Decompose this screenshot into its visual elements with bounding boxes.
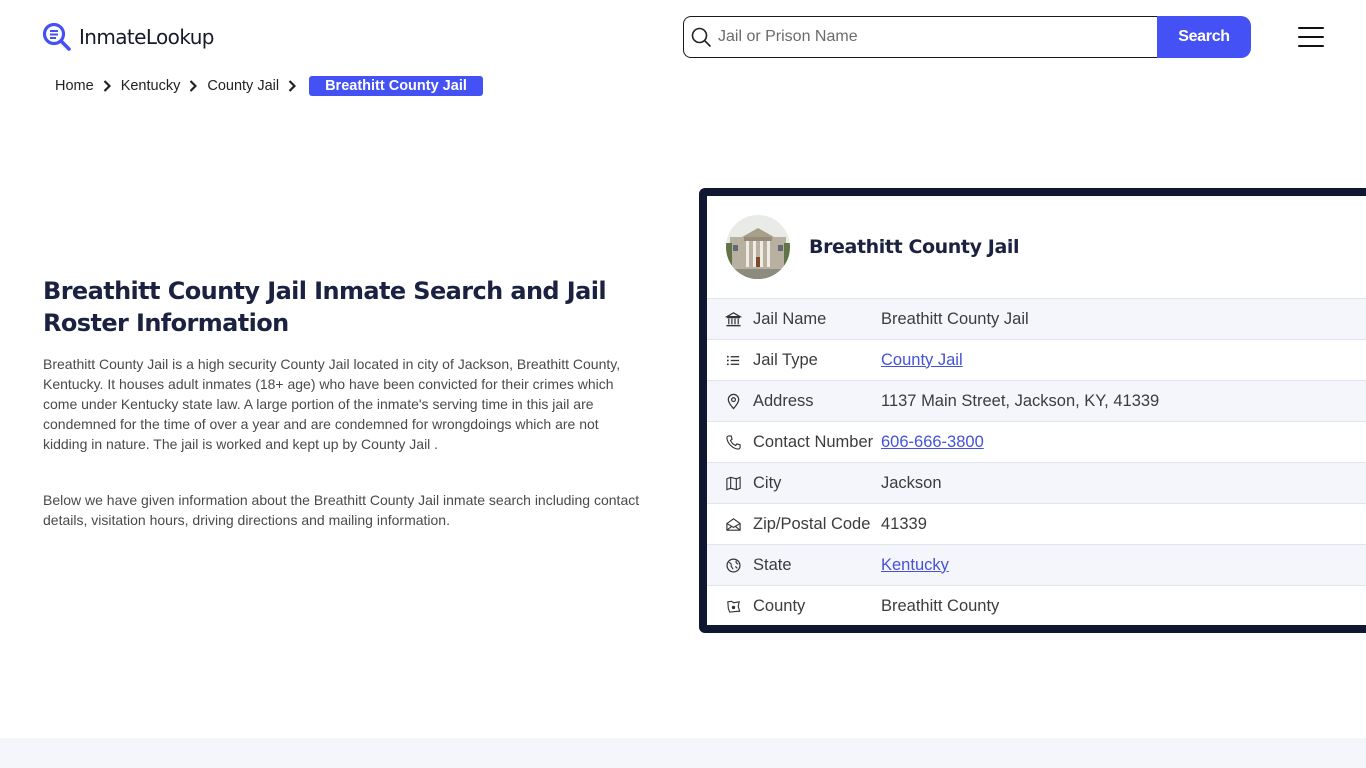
search-input[interactable] (718, 28, 1157, 46)
chevron-right-icon (103, 80, 111, 92)
info-label: City (753, 473, 782, 492)
phone-icon (724, 433, 742, 451)
search-button[interactable]: Search (1157, 16, 1251, 58)
page-title: Breathitt County Jail Inmate Search and … (43, 277, 607, 337)
list-icon (724, 351, 742, 369)
mail-open-icon (724, 515, 742, 533)
card-title: Breathitt County Jail (809, 236, 1020, 258)
phone-link[interactable]: 606-666-3800 (881, 433, 984, 451)
info-value: 41339 (881, 514, 927, 533)
info-row-contact: Contact Number 606-666-3800 (707, 421, 1366, 462)
info-label: Jail Name (753, 309, 827, 328)
chevron-right-icon (288, 80, 297, 92)
info-row-county: County Breathitt County (707, 585, 1366, 626)
county-map-icon (724, 597, 742, 615)
map-pin-icon (724, 392, 742, 410)
breadcrumb-type[interactable]: County Jail (207, 78, 279, 94)
chevron-right-icon (189, 80, 198, 92)
map-icon (724, 474, 742, 492)
info-label: State (753, 555, 792, 574)
search-form: Search (683, 16, 1251, 58)
breadcrumb: Home Kentucky County Jail Breathitt Coun… (55, 76, 483, 96)
state-link[interactable]: Kentucky (881, 556, 949, 574)
info-row-address: Address 1137 Main Street, Jackson, KY, 4… (707, 380, 1366, 421)
jail-type-link[interactable]: County Jail (881, 351, 963, 369)
info-row-state: State Kentucky (707, 544, 1366, 585)
site-logo[interactable]: InmateLookup (42, 22, 214, 52)
info-value: Breathitt County (881, 596, 1000, 615)
info-row-city: City Jackson (707, 462, 1366, 503)
search-field[interactable] (683, 16, 1157, 58)
breadcrumb-current: Breathitt County Jail (309, 76, 483, 96)
logo-text: InmateLookup (79, 25, 214, 49)
info-label: Jail Type (753, 350, 818, 369)
info-value: Jackson (881, 473, 942, 492)
info-value: Breathitt County Jail (881, 309, 1029, 328)
footer-band (0, 738, 1366, 768)
description-paragraph: Breathitt County Jail is a high security… (43, 356, 621, 452)
breadcrumb-state[interactable]: Kentucky (121, 78, 181, 94)
jail-photo (726, 215, 790, 279)
hamburger-menu-icon[interactable] (1298, 27, 1324, 47)
logo-magnifier-icon (42, 22, 71, 51)
jail-info-card: Breathitt County Jail Jail Name Breathit… (699, 188, 1366, 633)
info-label: Zip/Postal Code (753, 514, 871, 533)
info-row-zip: Zip/Postal Code 41339 (707, 503, 1366, 544)
card-header: Breathitt County Jail (707, 196, 1366, 298)
info-row-jail-name: Jail Name Breathitt County Jail (707, 298, 1366, 339)
info-value: 1137 Main Street, Jackson, KY, 41339 (881, 391, 1160, 410)
search-icon (691, 27, 711, 47)
info-row-jail-type: Jail Type County Jail (707, 339, 1366, 380)
globe-icon (724, 556, 742, 574)
info-label: Address (753, 391, 814, 410)
building-columns-icon (724, 310, 742, 328)
info-label: County (753, 596, 806, 615)
description-paragraph: Below we have given information about th… (43, 492, 640, 528)
info-label: Contact Number (753, 432, 874, 451)
breadcrumb-home[interactable]: Home (55, 78, 94, 94)
